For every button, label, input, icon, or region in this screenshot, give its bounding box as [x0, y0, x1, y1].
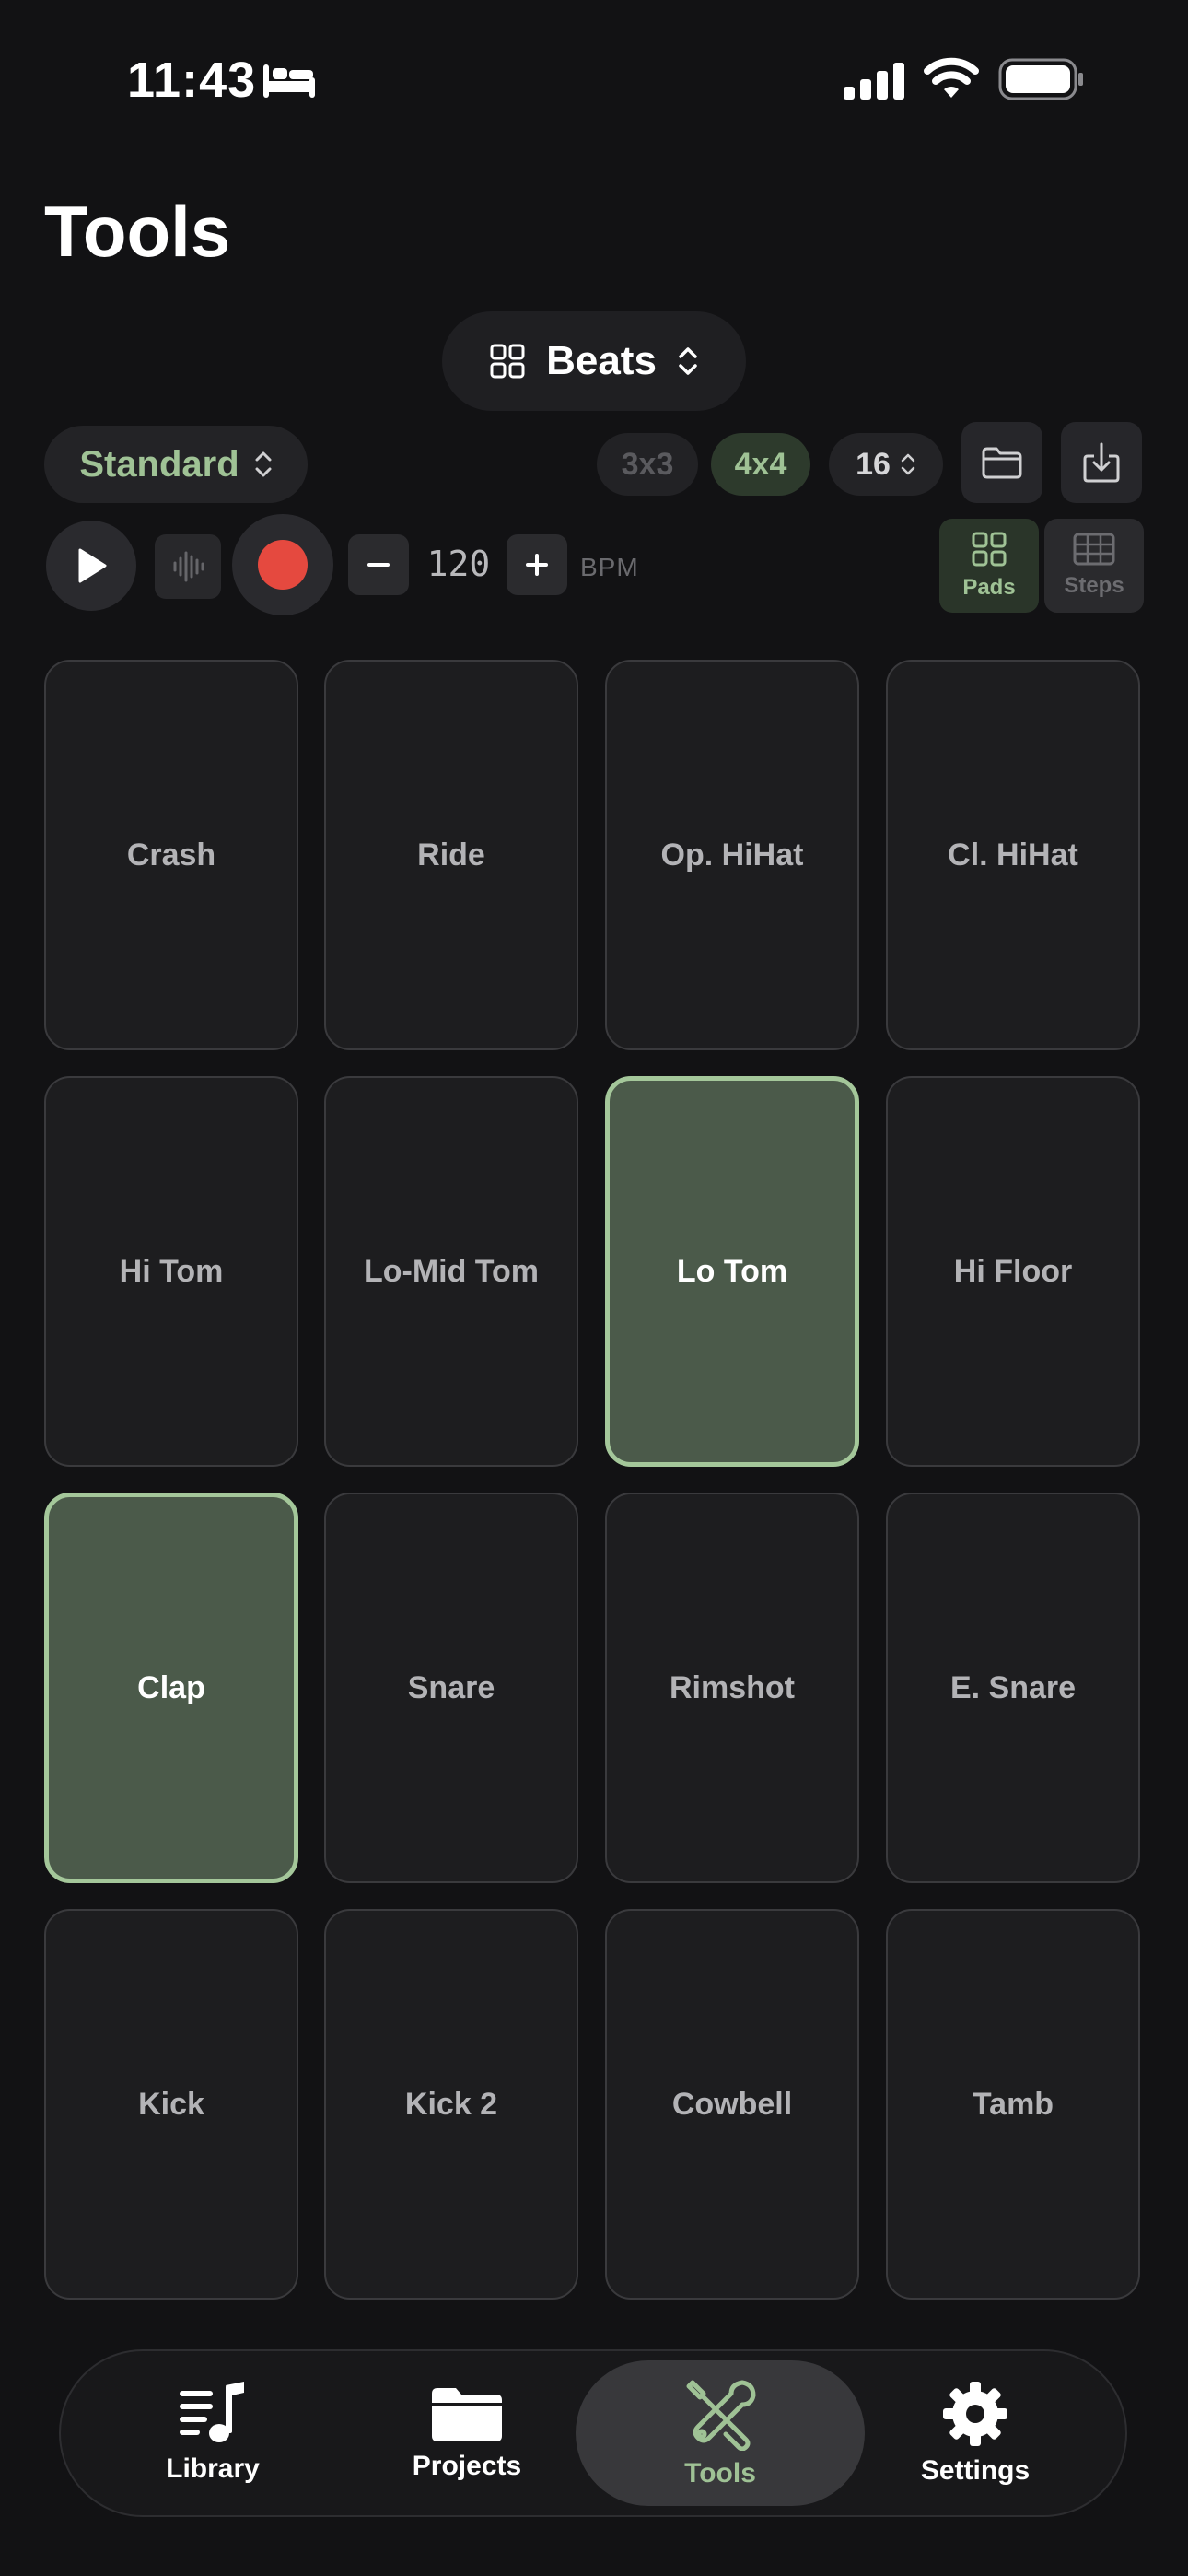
minus-icon — [367, 563, 390, 567]
drum-pad-hi-tom[interactable]: Hi Tom — [44, 1076, 298, 1467]
drum-pad-closed-hihat[interactable]: Cl. HiHat — [886, 660, 1140, 1050]
drum-pad-lo-mid-tom[interactable]: Lo-Mid Tom — [324, 1076, 578, 1467]
pad-label: Crash — [126, 837, 216, 872]
tab-label: Projects — [412, 2451, 522, 2481]
pad-label: E. Snare — [949, 1669, 1077, 1705]
drum-pad-snare[interactable]: Snare — [324, 1493, 578, 1883]
pad-label: Kick 2 — [404, 2086, 498, 2122]
wifi-icon — [924, 57, 979, 98]
tab-library[interactable]: Library — [88, 2360, 337, 2506]
plus-icon — [526, 554, 548, 576]
cellular-signal-icon — [844, 63, 904, 100]
save-download-button[interactable] — [1061, 422, 1142, 503]
kit-selector-button[interactable]: Standard — [44, 426, 308, 503]
folder-icon — [982, 447, 1022, 479]
pads-mode-label: Pads — [962, 575, 1016, 600]
record-button[interactable] — [232, 514, 333, 615]
pad-label: Cl. HiHat — [948, 837, 1078, 872]
tab-label: Settings — [920, 2455, 1031, 2486]
drum-pad-open-hihat[interactable]: Op. HiHat — [605, 660, 859, 1050]
pad-label: Hi Floor — [953, 1253, 1073, 1289]
grid-4x4-option[interactable]: 4x4 — [711, 433, 810, 496]
tab-label: Tools — [684, 2458, 756, 2488]
folder-icon — [432, 2388, 502, 2441]
steps-mode-button[interactable]: Steps — [1044, 519, 1144, 613]
drum-pad-e-snare[interactable]: E. Snare — [886, 1493, 1140, 1883]
grid-3x3-option[interactable]: 3x3 — [597, 433, 698, 496]
waveform-icon — [173, 551, 204, 582]
tab-settings[interactable]: Settings — [851, 2360, 1100, 2506]
beats-selector-label: Beats — [546, 338, 657, 383]
tab-projects[interactable]: Projects — [343, 2360, 591, 2506]
drum-pad-kick-2[interactable]: Kick 2 — [324, 1909, 578, 2300]
music-list-icon — [180, 2382, 244, 2442]
pad-label: Ride — [417, 837, 485, 872]
drum-pad-ride[interactable]: Ride — [324, 660, 578, 1050]
pads-grid-icon — [972, 532, 1007, 567]
pad-label: Clap — [137, 1669, 205, 1705]
beats-selector-button[interactable]: Beats — [442, 311, 746, 411]
status-time: 11:43 — [127, 53, 257, 108]
drum-pad-lo-tom[interactable]: Lo Tom — [605, 1076, 859, 1467]
pad-label: Cowbell — [671, 2086, 793, 2122]
pad-label: Op. HiHat — [660, 837, 804, 872]
pad-label: Lo-Mid Tom — [363, 1253, 540, 1289]
bpm-value[interactable]: 120 — [420, 544, 497, 584]
bpm-increase-button[interactable] — [507, 534, 567, 595]
tab-tools[interactable]: Tools — [576, 2360, 865, 2506]
steps-table-icon — [1073, 533, 1115, 566]
chevron-up-down-icon — [255, 451, 272, 477]
pad-label: Hi Tom — [119, 1253, 224, 1289]
open-folder-button[interactable] — [961, 422, 1042, 503]
play-icon — [78, 548, 107, 583]
drum-pad-rimshot[interactable]: Rimshot — [605, 1493, 859, 1883]
pad-label: Tamb — [972, 2086, 1054, 2122]
chevron-up-down-icon — [901, 453, 915, 475]
drum-pad-tamb[interactable]: Tamb — [886, 1909, 1140, 2300]
chevron-up-down-icon — [679, 347, 697, 375]
gear-icon — [943, 2382, 1007, 2446]
pad-label: Kick — [138, 2086, 204, 2122]
pad-label: Snare — [407, 1669, 495, 1705]
drum-pad-clap[interactable]: Clap — [44, 1493, 298, 1883]
drum-pad-crash[interactable]: Crash — [44, 660, 298, 1050]
grid-icon — [490, 344, 525, 379]
step-count-selector[interactable]: 16 — [829, 433, 943, 496]
play-button[interactable] — [46, 521, 136, 611]
bpm-decrease-button[interactable] — [348, 534, 409, 595]
pad-label: Lo Tom — [676, 1253, 788, 1289]
tab-label: Library — [166, 2453, 260, 2484]
bpm-unit-label: BPM — [580, 553, 639, 581]
pads-mode-button[interactable]: Pads — [939, 519, 1039, 613]
record-icon — [258, 540, 308, 590]
pad-label: Rimshot — [670, 1669, 795, 1705]
sleep-bed-icon — [263, 64, 315, 98]
download-tray-icon — [1083, 442, 1120, 483]
kit-selector-label: Standard — [79, 443, 239, 485]
drum-pad-cowbell[interactable]: Cowbell — [605, 1909, 859, 2300]
drum-pad-kick[interactable]: Kick — [44, 1909, 298, 2300]
page-title: Tools — [44, 191, 231, 272]
steps-mode-label: Steps — [1064, 573, 1124, 598]
step-count-label: 16 — [856, 446, 891, 482]
drum-pad-hi-floor[interactable]: Hi Floor — [886, 1076, 1140, 1467]
metronome-waveform-button[interactable] — [155, 534, 221, 599]
tools-icon — [686, 2380, 756, 2451]
battery-icon — [998, 58, 1083, 100]
